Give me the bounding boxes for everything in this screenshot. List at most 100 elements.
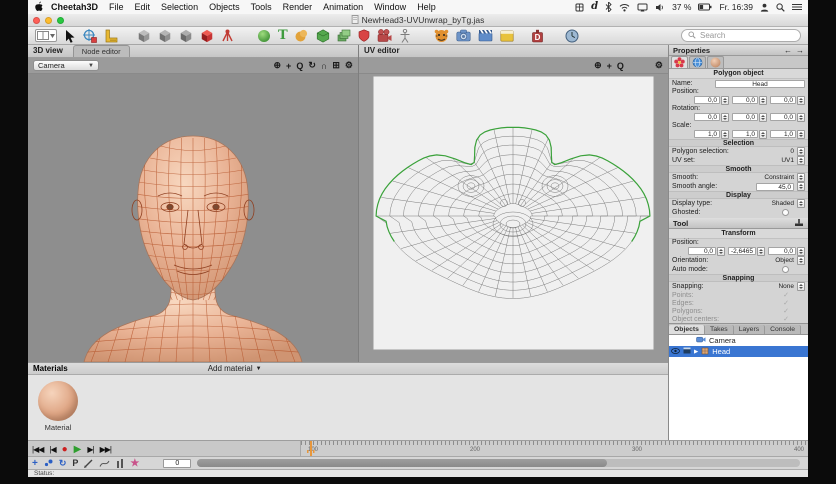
menu-objects[interactable]: Objects bbox=[209, 2, 240, 12]
menu-clock[interactable]: Fr. 16:39 bbox=[719, 2, 753, 12]
material-thumbnail[interactable] bbox=[38, 381, 78, 421]
scene-tab-takes[interactable]: Takes bbox=[704, 325, 734, 334]
menu-tools[interactable]: Tools bbox=[251, 2, 272, 12]
object-mode-cube-icon[interactable] bbox=[200, 28, 214, 43]
smooth-angle-stepper[interactable] bbox=[797, 182, 805, 191]
edge-mode-cube-icon[interactable] bbox=[158, 28, 172, 43]
view-settings-icon[interactable]: ⚙ bbox=[345, 60, 353, 71]
rotation-field-1[interactable]: 0,0 bbox=[732, 113, 758, 121]
fcurve-icon[interactable] bbox=[99, 459, 110, 468]
scene-item-head[interactable]: ▶ Head bbox=[669, 346, 808, 357]
point-mode-cube-icon[interactable] bbox=[137, 28, 151, 43]
scrollbar-thumb[interactable] bbox=[197, 459, 608, 467]
menu-help[interactable]: Help bbox=[417, 2, 436, 12]
search-input[interactable]: Search bbox=[681, 29, 801, 42]
properties-tab-material[interactable] bbox=[707, 56, 724, 68]
smooth-angle-field[interactable]: 45,0 bbox=[756, 182, 794, 191]
key-dots-icon[interactable] bbox=[44, 459, 53, 467]
render-camera-icon[interactable] bbox=[456, 28, 471, 43]
zoom-icon[interactable]: Q bbox=[296, 61, 303, 71]
cycle-icon[interactable]: ↻ bbox=[59, 458, 67, 469]
render-icon[interactable] bbox=[683, 347, 691, 356]
app-grid-icon[interactable] bbox=[575, 3, 584, 12]
position-0-stepper[interactable] bbox=[717, 246, 725, 256]
apple-menu-icon[interactable] bbox=[34, 1, 43, 14]
orientation-value[interactable]: Object bbox=[775, 257, 794, 264]
polygon-selection-stepper[interactable] bbox=[797, 147, 805, 156]
array-modifier-icon[interactable] bbox=[337, 28, 351, 43]
rotation-field-0[interactable]: 0,0 bbox=[694, 113, 720, 121]
target-icon[interactable]: ⊕ bbox=[274, 60, 282, 71]
rotation-2-stepper[interactable] bbox=[797, 112, 805, 122]
auto-mode-checkbox[interactable] bbox=[782, 266, 789, 273]
window-title-bar[interactable]: NewHead3-UVUnwrap_byTg.jas bbox=[28, 14, 808, 27]
metaball-icon[interactable] bbox=[295, 28, 309, 43]
position-field-2[interactable]: 0,0 bbox=[768, 247, 796, 255]
target-icon[interactable]: ⊕ bbox=[594, 60, 602, 71]
eye-icon[interactable] bbox=[671, 347, 680, 356]
smooth-stepper[interactable] bbox=[797, 173, 805, 182]
rotation-1-stepper[interactable] bbox=[759, 112, 767, 122]
pen-icon[interactable] bbox=[84, 459, 93, 468]
forward-arrow-icon[interactable]: → bbox=[796, 46, 804, 55]
properties-tab-object[interactable] bbox=[671, 56, 688, 68]
properties-tab-world[interactable] bbox=[689, 56, 706, 68]
go-start-button[interactable]: |◀◀ bbox=[32, 445, 44, 454]
timeline-ruler[interactable]: 100200300400 bbox=[300, 441, 808, 457]
scene-tab-layers[interactable]: Layers bbox=[733, 325, 766, 334]
back-arrow-icon[interactable]: ← bbox=[784, 46, 792, 55]
play-button[interactable]: ▶ bbox=[74, 444, 82, 455]
orientation-stepper[interactable] bbox=[797, 256, 805, 265]
favorites-star-icon[interactable]: ★ bbox=[130, 458, 139, 469]
menu-file[interactable]: File bbox=[109, 2, 124, 12]
rotation-field-2[interactable]: 0,0 bbox=[770, 113, 796, 121]
render-tiger-icon[interactable] bbox=[434, 28, 449, 43]
sphere-primitive-icon[interactable] bbox=[257, 28, 271, 43]
view-layout-icon[interactable] bbox=[35, 28, 57, 43]
uv-canvas[interactable] bbox=[359, 74, 669, 362]
polyhedron-icon[interactable] bbox=[316, 28, 330, 43]
shield-tag-icon[interactable] bbox=[358, 28, 370, 43]
arc-rotate-icon[interactable]: ∩ bbox=[321, 61, 328, 71]
volume-icon[interactable] bbox=[655, 3, 665, 12]
user-icon[interactable] bbox=[760, 3, 769, 12]
snapping-value[interactable]: None bbox=[778, 283, 794, 290]
bluetooth-icon[interactable] bbox=[605, 2, 612, 12]
menu-edit[interactable]: Edit bbox=[135, 2, 151, 12]
add-material-button[interactable]: Add material ▼ bbox=[208, 364, 262, 373]
zoom-icon[interactable]: Q bbox=[617, 61, 624, 71]
node-editor-tab[interactable]: Node editor bbox=[72, 45, 130, 57]
position-2-stepper[interactable] bbox=[797, 95, 805, 105]
move-globe-icon[interactable] bbox=[83, 28, 97, 43]
joint-icon[interactable] bbox=[221, 28, 234, 43]
character-rig-icon[interactable] bbox=[399, 28, 411, 43]
disclosure-triangle-icon[interactable]: ▶ bbox=[694, 349, 698, 355]
scale-field-0[interactable]: 1,0 bbox=[694, 130, 720, 138]
text-primitive-icon[interactable]: T bbox=[278, 28, 288, 43]
snapping-stepper[interactable] bbox=[797, 282, 805, 291]
step-forward-button[interactable]: ▶| bbox=[87, 445, 94, 454]
scene-item-camera[interactable]: Camera bbox=[669, 335, 808, 346]
playhead[interactable] bbox=[307, 441, 314, 457]
bars-icon[interactable] bbox=[116, 458, 124, 468]
scene-tab-console[interactable]: Console bbox=[765, 325, 802, 334]
position-field-1[interactable]: -2,6465 bbox=[728, 247, 756, 255]
add-key-icon[interactable]: + bbox=[32, 458, 38, 469]
horizontal-scrollbar[interactable] bbox=[197, 459, 800, 467]
uv-window-icon[interactable] bbox=[500, 28, 514, 43]
position-field-0[interactable]: 0,0 bbox=[694, 96, 720, 104]
pan-icon[interactable]: + bbox=[607, 61, 612, 71]
scale-2-stepper[interactable] bbox=[797, 129, 805, 139]
scale-field-2[interactable]: 1,0 bbox=[770, 130, 796, 138]
minimize-window-button[interactable] bbox=[45, 16, 52, 24]
3d-viewport[interactable] bbox=[28, 74, 358, 363]
uv-set-value[interactable]: UV1 bbox=[781, 157, 794, 164]
position-1-stepper[interactable] bbox=[757, 246, 765, 256]
pan-icon[interactable]: + bbox=[286, 61, 291, 71]
polygons-checkbox[interactable]: ✓ bbox=[783, 307, 789, 315]
uv-set-stepper[interactable] bbox=[797, 156, 805, 165]
scale-0-stepper[interactable] bbox=[721, 129, 729, 139]
edges-checkbox[interactable]: ✓ bbox=[783, 299, 789, 307]
go-end-button[interactable]: ▶▶| bbox=[100, 445, 112, 454]
quad-view-icon[interactable]: ⊞ bbox=[332, 60, 340, 71]
